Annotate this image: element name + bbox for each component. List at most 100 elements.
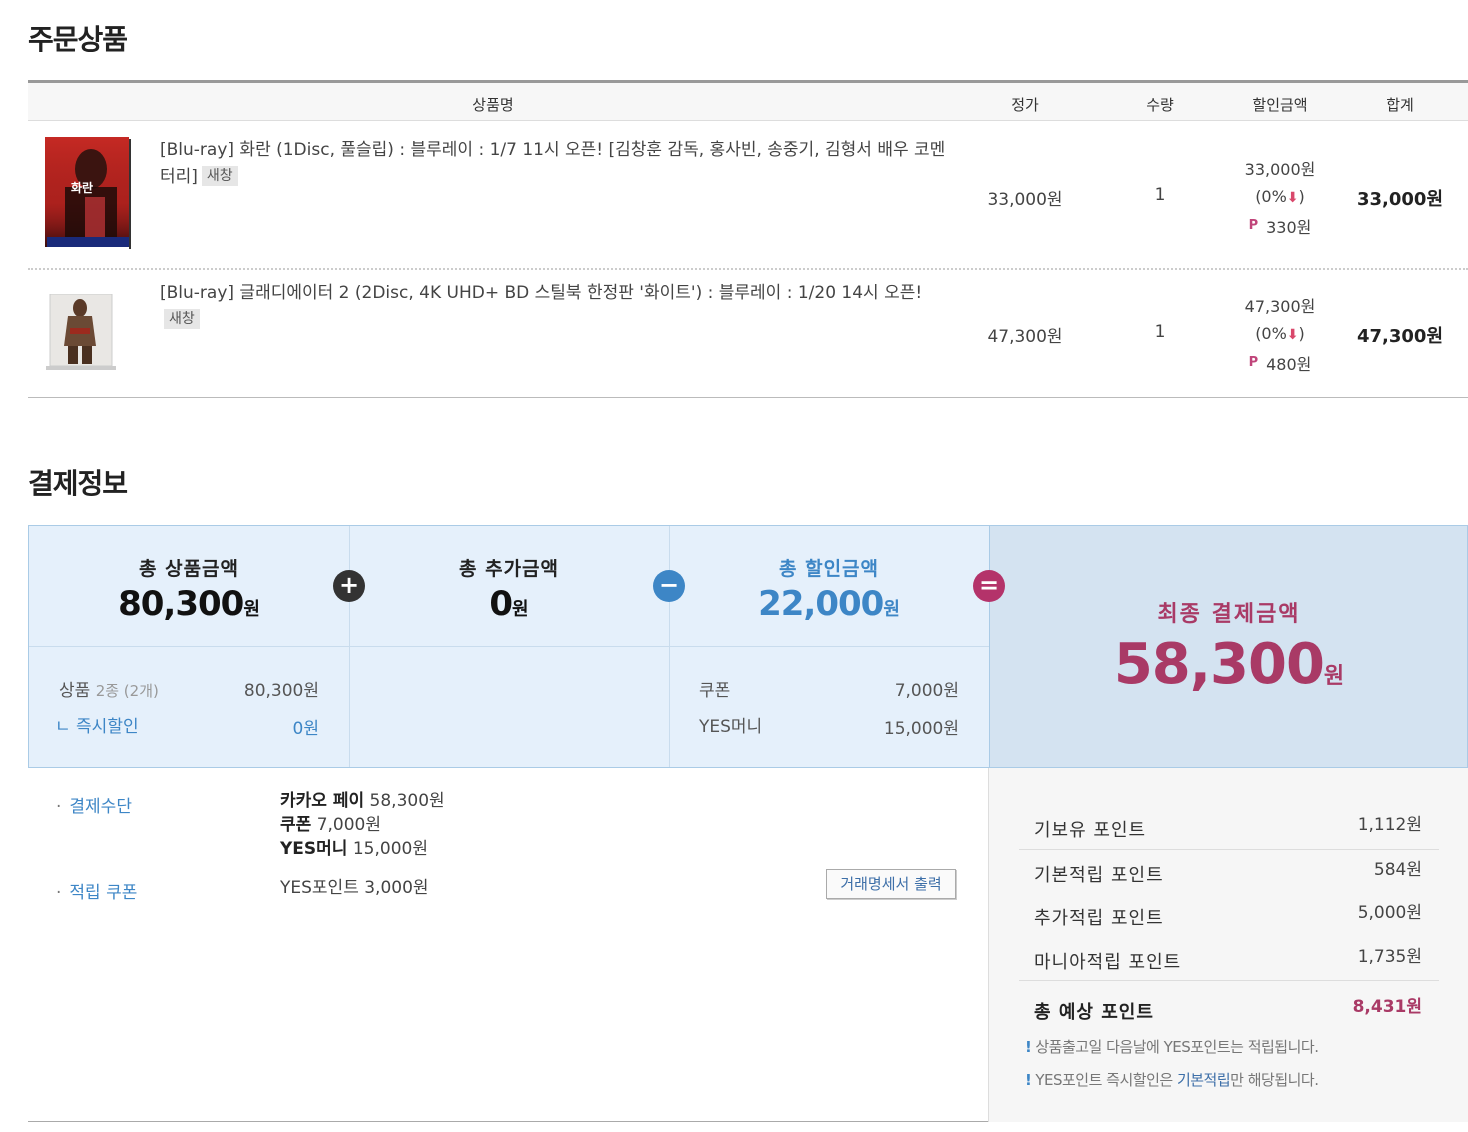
plus-icon: +	[333, 570, 365, 602]
points-note: ! 상품출고일 다음날에 YES포인트는 적립됩니다.	[1025, 1036, 1319, 1057]
down-arrow-icon: ⬇	[1286, 190, 1299, 206]
header-price: 정가	[1011, 96, 1039, 114]
point-divider	[1019, 849, 1439, 850]
discount-rate-close: )	[1298, 187, 1305, 206]
points-note: ! YES포인트 즉시할인은 기본적립만 해당됩니다.	[1025, 1069, 1319, 1090]
bottom-divider	[28, 1121, 988, 1122]
total-product-label: 총 상품금액	[138, 558, 240, 580]
product-name-text[interactable]: [Blu-ray] 글래디에이터 2 (2Disc, 4K UHD+ BD 스틸…	[160, 283, 922, 303]
payment-section-title: 결제정보	[28, 467, 128, 500]
method-amount: 58,300원	[369, 791, 445, 811]
total-product-amount: 80,300원	[118, 584, 260, 624]
discount-cell: 33,000원 (0%⬇) P 330원	[1245, 156, 1316, 241]
point-label: 기본적립 포인트	[1034, 865, 1164, 886]
point-icon: P	[1248, 218, 1259, 233]
won-unit: 원	[243, 599, 260, 620]
minus-icon: −	[653, 570, 685, 602]
point-total-label: 총 예상 포인트	[1034, 1002, 1154, 1023]
discount-amount: 47,300원	[1244, 297, 1316, 316]
new-window-badge[interactable]: 새창	[164, 309, 200, 329]
point-earn: P 480원	[1245, 349, 1316, 378]
row-total: 33,000원	[1356, 189, 1444, 210]
print-receipt-button[interactable]: 거래명세서 출력	[826, 869, 956, 899]
header-total: 합계	[1386, 96, 1414, 114]
order-table: 상품명 정가 수량 할인금액 합계 화란 [Blu-ray] 화란 (1Disc…	[28, 80, 1468, 398]
new-window-badge[interactable]: 새창	[201, 166, 238, 186]
instant-discount-label: ㄴ 즉시할인	[55, 717, 139, 737]
method-name: YES머니	[280, 839, 348, 859]
point-label: 마니아적립 포인트	[1034, 952, 1182, 973]
point-value: 1,735원	[1357, 947, 1422, 967]
point-value: 480원	[1266, 355, 1312, 374]
product-name-text[interactable]: [Blu-ray] 화란 (1Disc, 풀슬립) : 블루레이 : 1/7 1…	[160, 140, 945, 187]
total-discount-amount: 22,000원	[758, 584, 900, 624]
instant-discount-amount: 0원	[292, 719, 319, 739]
method-name: 쿠폰	[280, 815, 312, 835]
points-panel: 기보유 포인트 1,112원 기본적립 포인트 584원 추가적립 포인트 5,…	[988, 768, 1468, 1122]
final-amount-panel: 최종 결제금액 58,300원	[989, 526, 1467, 767]
product-detail-text: 상품	[59, 681, 91, 701]
yesmoney-label: YES머니	[699, 717, 763, 737]
coupon-amount: 7,000원	[894, 681, 959, 701]
product-name[interactable]: [Blu-ray] 글래디에이터 2 (2Disc, 4K UHD+ BD 스틸…	[160, 280, 950, 334]
row-total: 47,300원	[1356, 326, 1444, 347]
product-detail-amount: 80,300원	[243, 681, 319, 701]
product-price: 33,000원	[987, 190, 1063, 210]
product-qty: 1	[1154, 185, 1166, 205]
point-row: 기보유 포인트 1,112원	[1019, 815, 1439, 860]
product-thumbnail[interactable]: 화란	[45, 137, 131, 254]
product-thumbnail[interactable]	[46, 293, 116, 375]
row-divider	[29, 646, 989, 647]
total-product-value: 80,300	[118, 584, 244, 624]
total-discount-value: 22,000	[758, 584, 884, 624]
product-price: 47,300원	[987, 327, 1063, 347]
total-discount-label: 총 할인금액	[778, 558, 880, 580]
table-row: [Blu-ray] 글래디에이터 2 (2Disc, 4K UHD+ BD 스틸…	[28, 270, 1468, 398]
final-amount: 58,300원	[1114, 632, 1344, 697]
header-qty: 수량	[1146, 96, 1174, 114]
payment-method-line: YES머니 15,000원	[280, 837, 428, 861]
notice-icon: !	[1025, 1038, 1032, 1056]
point-value: 1,112원	[1357, 815, 1422, 835]
final-amount-label: 최종 결제금액	[1157, 602, 1301, 627]
point-value: 584원	[1373, 860, 1422, 880]
discount-rate: (0%⬇)	[1245, 183, 1316, 212]
down-arrow-icon: ⬇	[1286, 327, 1299, 343]
discount-rate-value: (0%	[1255, 324, 1287, 343]
table-row: 화란 [Blu-ray] 화란 (1Disc, 풀슬립) : 블루레이 : 1/…	[28, 121, 1468, 270]
discount-rate: (0%⬇)	[1245, 320, 1316, 349]
point-row: 마니아적립 포인트 1,735원	[1019, 947, 1439, 992]
yesmoney-amount: 15,000원	[883, 719, 959, 739]
product-detail-label: 상품 2종 (2개)	[59, 676, 159, 701]
total-extra-label: 총 추가금액	[458, 558, 560, 580]
total-extra-value: 0	[489, 584, 513, 624]
total-extra-amount: 0원	[489, 584, 528, 624]
discount-rate-value: (0%	[1255, 187, 1287, 206]
product-name[interactable]: [Blu-ray] 화란 (1Disc, 풀슬립) : 블루레이 : 1/7 1…	[160, 137, 950, 191]
earn-coupon-value: YES포인트 3,000원	[280, 878, 429, 898]
final-amount-value: 58,300	[1113, 632, 1325, 697]
note-highlight: 기본적립	[1176, 1071, 1231, 1089]
order-table-header: 상품명 정가 수량 할인금액 합계	[28, 80, 1468, 121]
payment-summary: 총 상품금액 80,300원 + 총 추가금액 0원 − 총 할인금액 22,0…	[28, 525, 1468, 768]
won-unit: 원	[883, 599, 900, 620]
point-icon: P	[1248, 355, 1259, 370]
payment-method-line: 카카오 페이 58,300원	[280, 789, 445, 813]
notice-icon: !	[1025, 1071, 1032, 1089]
note-text: 상품출고일 다음날에 YES포인트는 적립됩니다.	[1035, 1038, 1319, 1056]
product-kinds: 2종 (2개)	[95, 682, 159, 700]
point-label: 추가적립 포인트	[1034, 908, 1164, 929]
earn-coupon-label: 적립 쿠폰	[56, 878, 137, 903]
product-qty: 1	[1154, 322, 1166, 342]
won-unit: 원	[1323, 664, 1345, 689]
order-section-title: 주문상품	[28, 23, 128, 56]
point-value: 5,000원	[1357, 903, 1422, 923]
method-amount: 7,000원	[316, 815, 381, 835]
discount-cell: 47,300원 (0%⬇) P 480원	[1245, 293, 1316, 378]
header-product-name: 상품명	[472, 96, 514, 114]
won-unit: 원	[512, 599, 529, 620]
method-amount: 15,000원	[352, 839, 428, 859]
point-total-value: 8,431원	[1352, 997, 1422, 1017]
equals-icon: =	[973, 570, 1005, 602]
payment-method-line: 쿠폰 7,000원	[280, 813, 381, 837]
